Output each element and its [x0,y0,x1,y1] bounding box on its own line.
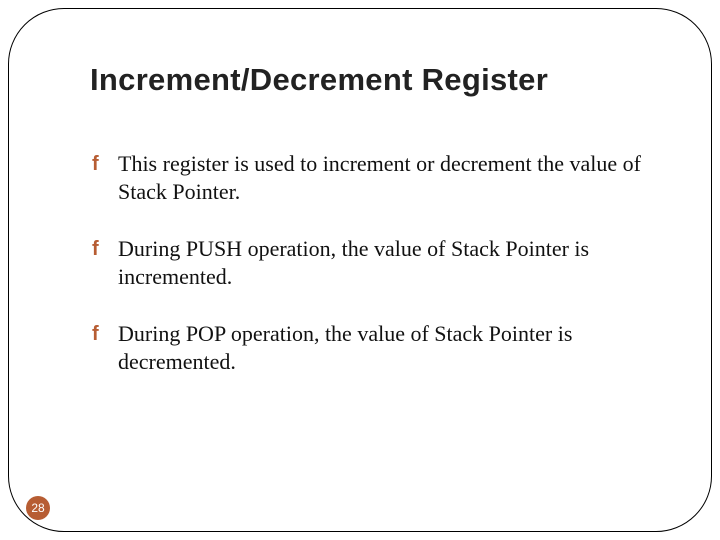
list-item: f During POP operation, the value of Sta… [92,320,652,375]
page-number-badge: 28 [26,496,50,520]
slide-body: Increment/Decrement Register f This regi… [8,8,712,532]
page-number: 28 [31,501,44,515]
bullet-icon: f [92,152,99,177]
bullet-icon: f [92,322,99,347]
bullet-text: This register is used to increment or de… [118,151,641,204]
bullet-text: During POP operation, the value of Stack… [118,321,572,374]
slide-title: Increment/Decrement Register [90,62,652,98]
list-item: f This register is used to increment or … [92,150,652,205]
bullet-text: During PUSH operation, the value of Stac… [118,236,589,289]
list-item: f During PUSH operation, the value of St… [92,235,652,290]
bullet-icon: f [92,237,99,262]
bullet-list: f This register is used to increment or … [92,150,652,375]
